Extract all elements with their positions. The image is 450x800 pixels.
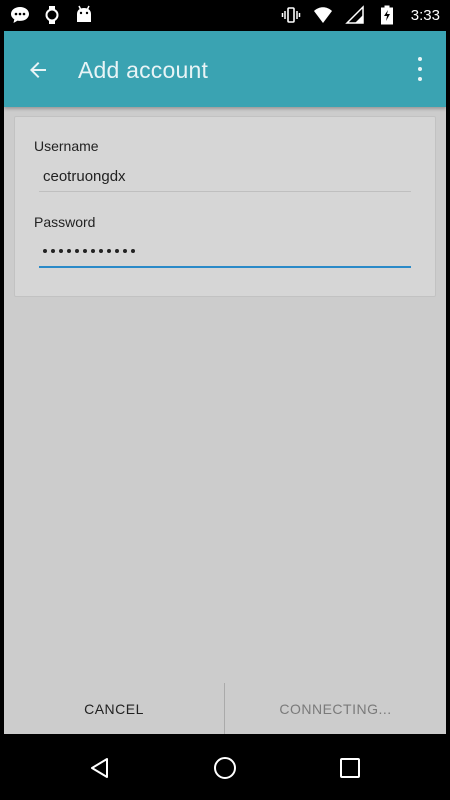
password-underline	[39, 266, 411, 268]
account-form-card: Username ceotruongdx Password	[14, 116, 436, 297]
vibrate-icon	[281, 5, 301, 25]
username-value: ceotruongdx	[43, 168, 126, 185]
page-title: Add account	[78, 57, 209, 83]
notification-icons	[10, 5, 94, 25]
system-status-icons: 3:33	[281, 5, 440, 25]
android-icon	[74, 5, 94, 25]
nav-home-button[interactable]	[211, 754, 239, 782]
username-field[interactable]: ceotruongdx	[39, 168, 411, 192]
nav-back-button[interactable]	[86, 754, 114, 782]
app-bar: Add account	[4, 31, 446, 107]
chat-bubble-icon	[10, 5, 30, 25]
password-dot	[43, 249, 47, 253]
password-dot	[75, 249, 79, 253]
password-dot	[83, 249, 87, 253]
back-button[interactable]	[21, 53, 55, 87]
arrow-back-icon	[30, 62, 46, 78]
back-triangle-icon	[91, 758, 108, 778]
watch-icon	[42, 5, 62, 25]
password-dot	[59, 249, 63, 253]
more-vert-icon	[418, 57, 422, 61]
signal-icon	[344, 5, 365, 25]
overflow-menu-button[interactable]	[408, 57, 432, 81]
username-underline	[39, 191, 411, 192]
password-dot	[51, 249, 55, 253]
password-dot	[123, 249, 127, 253]
clock: 3:33	[410, 6, 440, 24]
password-dot	[107, 249, 111, 253]
password-dot	[115, 249, 119, 253]
action-bar: CANCEL CONNECTING...	[4, 683, 446, 734]
add-account-screen: Add account Username ceotruongdx Passwor…	[4, 31, 446, 734]
nav-recents-button[interactable]	[336, 754, 364, 782]
username-label: Username	[34, 138, 99, 154]
status-bar: 3:33	[0, 0, 450, 31]
recents-square-icon	[340, 758, 360, 778]
home-circle-icon	[214, 757, 236, 779]
cancel-button[interactable]: CANCEL	[4, 683, 224, 734]
password-mask	[39, 241, 411, 261]
password-label: Password	[34, 214, 96, 230]
wifi-icon	[313, 5, 333, 25]
password-field[interactable]	[39, 241, 411, 268]
password-dot	[67, 249, 71, 253]
password-dot	[99, 249, 103, 253]
password-dot	[131, 249, 135, 253]
password-dot	[91, 249, 95, 253]
battery-charging-icon	[377, 5, 397, 25]
connecting-button[interactable]: CONNECTING...	[225, 683, 446, 734]
navigation-bar	[0, 734, 450, 800]
